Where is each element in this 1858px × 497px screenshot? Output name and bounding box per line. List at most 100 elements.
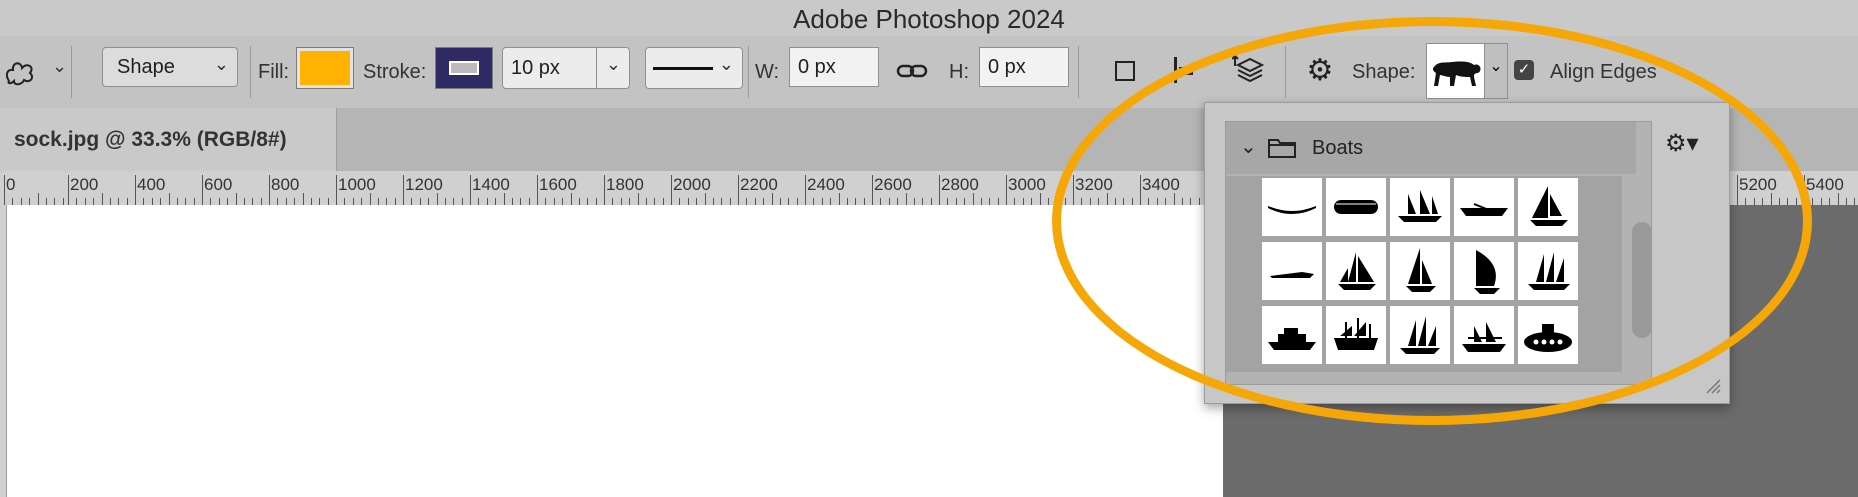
ruler-label: 3200 xyxy=(1075,175,1113,194)
sailboat-shape-thumbnail[interactable] xyxy=(1518,178,1578,236)
ruler-minor-tick xyxy=(285,198,287,205)
ruler-minor-tick xyxy=(1106,193,1108,205)
document-tab[interactable]: sock.jpg @ 33.3% (RGB/8#) xyxy=(0,108,337,171)
tall-ship-shape-icon xyxy=(1528,252,1570,290)
ruler-minor-tick xyxy=(637,193,639,205)
ruler-minor-tick xyxy=(311,198,312,205)
divider xyxy=(1078,46,1079,98)
ruler-minor-tick xyxy=(905,193,907,205)
ruler-minor-tick xyxy=(721,198,723,205)
link-icon[interactable] xyxy=(895,54,929,88)
stroke-swatch[interactable] xyxy=(435,47,493,89)
ruler-minor-tick xyxy=(495,198,497,205)
sailing-ship-shape-thumbnail[interactable] xyxy=(1390,178,1450,236)
ruler-minor-tick xyxy=(1779,198,1780,205)
width-label: W: xyxy=(755,61,780,83)
ruler-major-tick xyxy=(872,175,873,205)
ruler-minor-tick xyxy=(62,198,64,205)
document-tab-title: sock.jpg @ 33.3% (RGB/8#) xyxy=(14,128,287,151)
schooner-shape-thumbnail[interactable] xyxy=(1326,242,1386,300)
gear-icon[interactable]: ⚙ xyxy=(1300,50,1340,90)
ruler-minor-tick xyxy=(1198,198,1200,205)
rowboat-shape-thumbnail[interactable] xyxy=(1454,178,1514,236)
two-mast-schooner-shape-thumbnail[interactable] xyxy=(1390,306,1450,364)
ruler-minor-tick xyxy=(1820,198,1822,205)
ruler-minor-tick xyxy=(260,198,262,205)
ruler-minor-tick xyxy=(1182,198,1183,205)
align-edges-checkbox[interactable]: ✓ xyxy=(1514,60,1534,80)
resize-handle-icon[interactable] xyxy=(1705,378,1721,394)
spinnaker-sail-shape-thumbnail[interactable] xyxy=(1454,242,1514,300)
ruler-minor-tick xyxy=(235,193,237,205)
ruler-label: 1000 xyxy=(338,175,376,194)
ruler-major-tick xyxy=(1804,175,1805,205)
fill-label: Fill: xyxy=(258,61,290,83)
divider xyxy=(748,46,749,98)
ruler-minor-tick xyxy=(419,198,421,205)
cruise-ship-shape-thumbnail[interactable] xyxy=(1262,306,1322,364)
path-arrangement-icon[interactable] xyxy=(1230,50,1270,90)
yacht-sail-shape-thumbnail[interactable] xyxy=(1390,242,1450,300)
ruler-label: 2800 xyxy=(941,175,979,194)
tall-ship-shape-thumbnail[interactable] xyxy=(1518,242,1578,300)
shape-picker-panel: ⌄ Boats ⚙▾ xyxy=(1204,102,1730,404)
ruler-minor-tick xyxy=(428,198,430,205)
canoe-shape-thumbnail[interactable] xyxy=(1262,178,1322,236)
ruler-minor-tick xyxy=(520,198,522,205)
divider xyxy=(596,48,597,88)
speedboat-shape-thumbnail[interactable] xyxy=(1262,242,1322,300)
ruler-major-tick xyxy=(4,175,5,205)
path-operations-icon[interactable] xyxy=(1108,54,1142,88)
ruler-minor-tick xyxy=(486,198,488,205)
galleon-shape-thumbnail[interactable] xyxy=(1326,306,1386,364)
ruler-major-tick xyxy=(671,175,672,205)
mode-dropdown[interactable]: Shape ⌄ xyxy=(102,47,238,87)
ruler-minor-tick xyxy=(629,198,631,205)
ruler-minor-tick xyxy=(1829,198,1831,205)
divider xyxy=(1285,46,1286,98)
ruler-minor-tick xyxy=(545,198,547,205)
width-input[interactable]: 0 px xyxy=(789,47,879,87)
pirate-ship-shape-thumbnail[interactable] xyxy=(1454,306,1514,364)
ruler-minor-tick xyxy=(193,198,195,205)
ruler-label: 2600 xyxy=(874,175,912,194)
ruler-major-tick xyxy=(537,175,538,205)
ruler-minor-tick xyxy=(327,198,329,205)
ruler-minor-tick xyxy=(302,193,304,205)
width-value: 0 px xyxy=(798,56,836,78)
height-input[interactable]: 0 px xyxy=(979,47,1069,87)
tool-preset-chevron-icon[interactable]: ⌄ xyxy=(52,56,67,77)
speedboat-shape-icon xyxy=(1270,272,1314,278)
fill-swatch[interactable] xyxy=(296,47,354,89)
ruler-minor-tick xyxy=(1098,198,1100,205)
ruler-minor-tick xyxy=(662,198,664,205)
ruler-minor-tick xyxy=(1039,193,1041,205)
shape-picker-button[interactable]: ⌄ xyxy=(1426,43,1508,99)
ruler-label: 5400 xyxy=(1806,175,1844,194)
chevron-down-icon[interactable]: ⌄ xyxy=(1240,134,1257,159)
ruler-label: 200 xyxy=(70,175,99,194)
submarine-shape-thumbnail[interactable] xyxy=(1518,306,1578,364)
raft-shape-icon xyxy=(1334,200,1378,214)
scrollbar-thumb[interactable] xyxy=(1632,222,1652,338)
ruler-minor-tick xyxy=(528,198,530,205)
ruler-label: 800 xyxy=(271,175,300,194)
ruler-minor-tick xyxy=(1148,198,1150,205)
ruler-major-tick xyxy=(269,175,270,205)
vertical-ruler[interactable] xyxy=(0,205,7,497)
ruler-major-tick xyxy=(738,175,739,205)
sailing-ship-shape-icon xyxy=(1398,190,1442,222)
ruler-minor-tick xyxy=(754,198,756,205)
raft-shape-thumbnail[interactable] xyxy=(1326,178,1386,236)
stroke-type-dropdown[interactable]: ⌄ xyxy=(645,47,743,89)
custom-shape-tool-icon[interactable] xyxy=(0,54,40,90)
gear-icon[interactable]: ⚙▾ xyxy=(1665,129,1699,158)
ruler-major-tick xyxy=(68,175,69,205)
document-canvas[interactable] xyxy=(7,205,1223,497)
stroke-width-field[interactable]: 10 px ⌄ xyxy=(502,47,630,89)
ruler-minor-tick xyxy=(1753,198,1755,205)
path-alignment-icon[interactable] xyxy=(1168,50,1202,90)
ruler-minor-tick xyxy=(294,198,296,205)
cruise-ship-shape-icon xyxy=(1268,328,1316,350)
folder-row-boats[interactable]: ⌄ Boats xyxy=(1226,122,1636,174)
